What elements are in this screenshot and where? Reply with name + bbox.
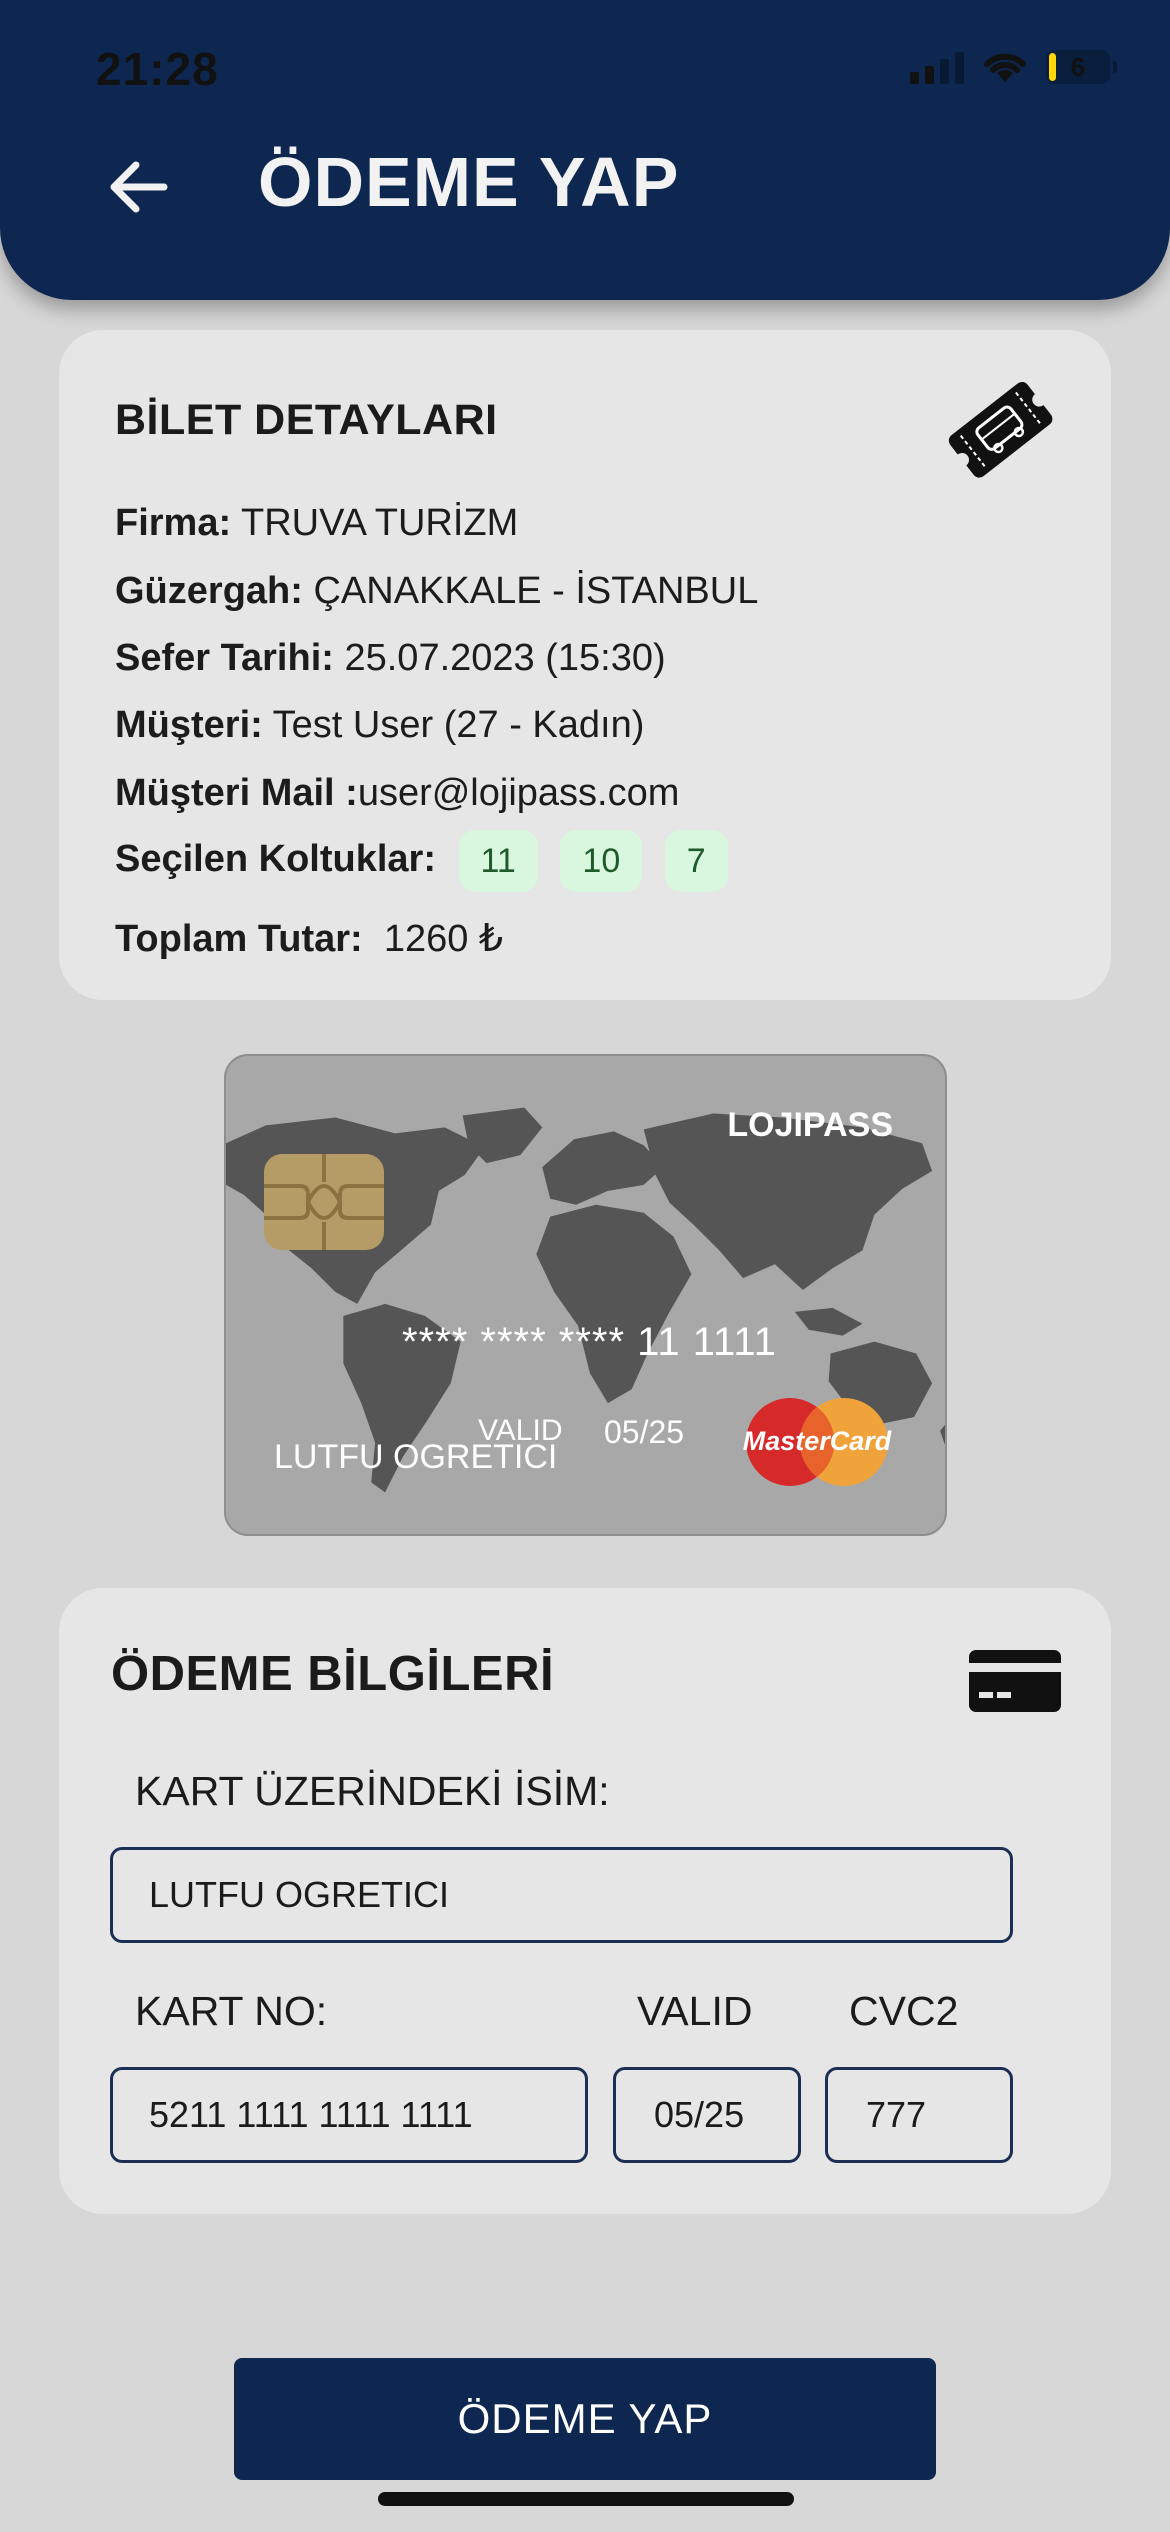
payment-info-title: ÖDEME BİLGİLERİ xyxy=(111,1647,555,1701)
status-time: 21:28 xyxy=(96,43,219,95)
musteri-label: Müşteri: xyxy=(115,704,263,746)
sefer-row: Sefer Tarihi: 25.07.2023 (15:30) xyxy=(115,637,666,680)
card-name-input[interactable]: LUTFU OGRETICI xyxy=(110,1847,1013,1943)
valid-input[interactable]: 05/25 xyxy=(613,2067,801,2163)
mail-row: Müşteri Mail :user@lojipass.com xyxy=(115,772,679,815)
mail-value: user@lojipass.com xyxy=(357,772,680,814)
credit-card-icon xyxy=(969,1650,1061,1712)
card-number-masked: **** **** **** 11 1111 xyxy=(402,1320,777,1364)
pay-button[interactable]: ÖDEME YAP xyxy=(234,2358,936,2480)
card-brand: LOJIPASS xyxy=(727,1106,893,1144)
payment-info-card: ÖDEME BİLGİLERİ KART ÜZERİNDEKİ İSİM: LU… xyxy=(59,1588,1111,2214)
card-chip-icon xyxy=(264,1154,384,1250)
mastercard-wordmark: MasterCard xyxy=(743,1426,892,1456)
card-name-label: KART ÜZERİNDEKİ İSİM: xyxy=(135,1768,610,1814)
cvc-input[interactable]: 777 xyxy=(825,2067,1013,2163)
signal-icon xyxy=(910,50,964,84)
mail-label: Müşteri Mail : xyxy=(115,772,358,814)
sefer-value: 25.07.2023 (15:30) xyxy=(344,637,666,679)
back-arrow-icon[interactable] xyxy=(104,152,174,222)
ticket-details-title: BİLET DETAYLARI xyxy=(115,396,498,444)
page-title: ÖDEME YAP xyxy=(258,143,680,221)
guzergah-label: Güzergah: xyxy=(115,570,303,612)
sefer-label: Sefer Tarihi: xyxy=(115,637,334,679)
battery-icon: 6 xyxy=(1046,50,1117,84)
guzergah-row: Güzergah: ÇANAKKALE - İSTANBUL xyxy=(115,570,758,613)
card-holder-name: LUTFU OGRETICI xyxy=(274,1438,558,1476)
total-row: Toplam Tutar: 1260 ₺ xyxy=(115,916,503,961)
valid-label: VALID xyxy=(637,1988,753,2034)
firma-row: Firma: TRUVA TURİZM xyxy=(115,502,518,545)
wifi-icon xyxy=(984,53,1026,82)
total-value: 1260 ₺ xyxy=(383,918,504,960)
home-indicator[interactable] xyxy=(378,2492,794,2506)
mastercard-logo: MasterCard xyxy=(743,1398,892,1486)
firma-value: TRUVA TURİZM xyxy=(241,502,519,544)
seats-row: Seçilen Koltuklar: 11 10 7 xyxy=(115,830,728,892)
seat-chip: 11 xyxy=(458,830,538,892)
firma-label: Firma: xyxy=(115,502,232,544)
guzergah-value: ÇANAKKALE - İSTANBUL xyxy=(313,570,759,612)
seats-label: Seçilen Koltuklar: xyxy=(115,838,436,881)
battery-level: 6 xyxy=(1070,51,1086,82)
credit-card-preview: LOJIPASS **** **** **** 11 1111 VALID 05… xyxy=(224,1054,947,1536)
musteri-value: Test User (27 - Kadın) xyxy=(272,704,645,746)
card-number-input[interactable]: 5211 1111 1111 1111 xyxy=(110,2067,588,2163)
ticket-details-card: BİLET DETAYLARI Firma: TRUVA TURİZM Güze… xyxy=(59,330,1111,1000)
status-icons: 6 xyxy=(910,50,1117,84)
app-header: 21:28 6 ÖDEME YAP xyxy=(0,0,1170,300)
musteri-row: Müşteri: Test User (27 - Kadın) xyxy=(115,704,644,747)
total-label: Toplam Tutar: xyxy=(115,918,363,960)
card-valid-value: 05/25 xyxy=(604,1414,685,1450)
card-number-label: KART NO: xyxy=(135,1988,328,2034)
bus-ticket-icon xyxy=(948,381,1053,478)
cvc-label: CVC2 xyxy=(849,1988,959,2034)
seat-chip: 7 xyxy=(664,830,728,892)
seat-chip: 10 xyxy=(560,830,643,892)
